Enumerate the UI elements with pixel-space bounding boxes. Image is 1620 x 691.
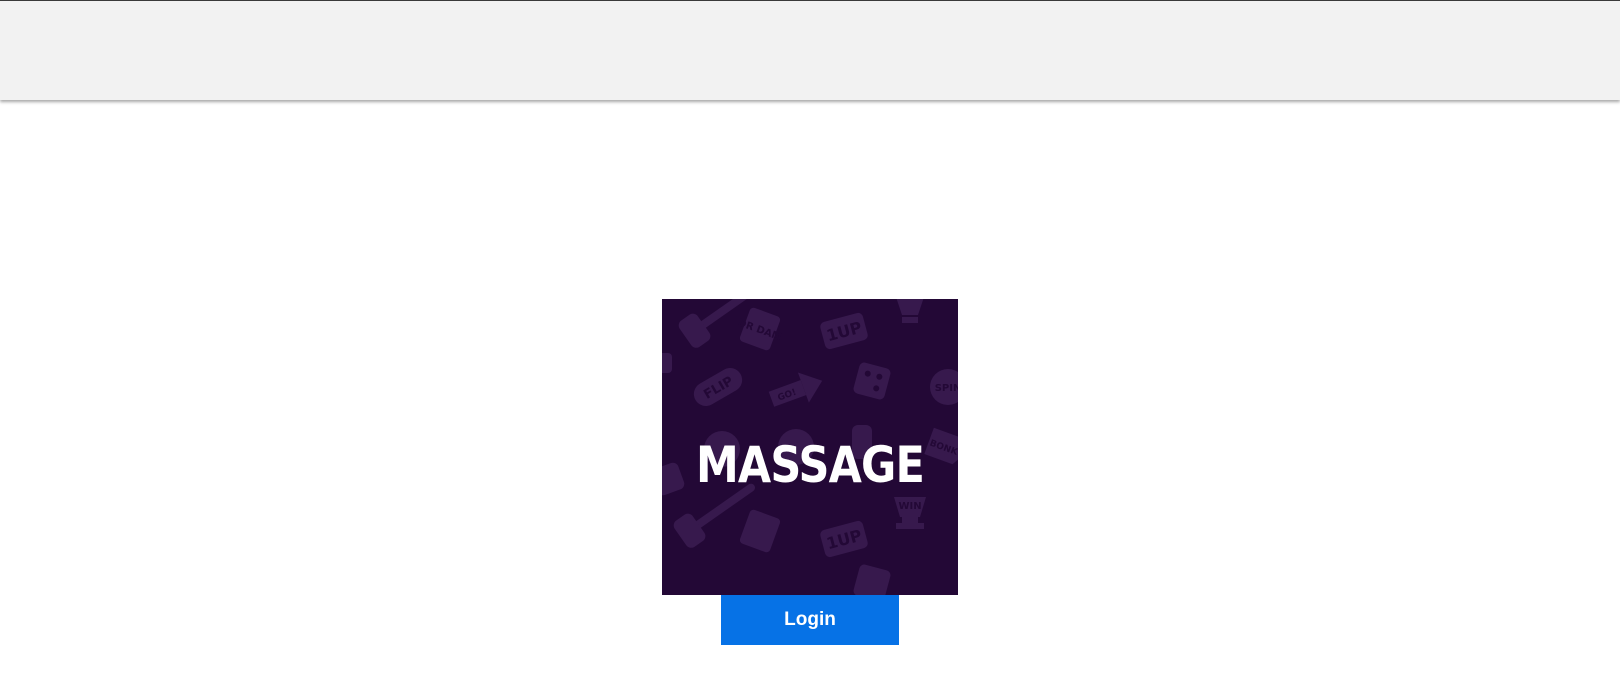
pattern-label-spin: SPIN <box>935 383 958 394</box>
login-button[interactable]: Login <box>721 595 899 645</box>
game-cover-image: 1UP DR DAM FLIP GO! SPIN BONK WIN 1UP MA… <box>662 299 958 595</box>
game-title: MASSAGE <box>695 436 925 494</box>
top-header: 's <box>0 0 1620 100</box>
left-tag-icon-2 <box>662 353 672 373</box>
